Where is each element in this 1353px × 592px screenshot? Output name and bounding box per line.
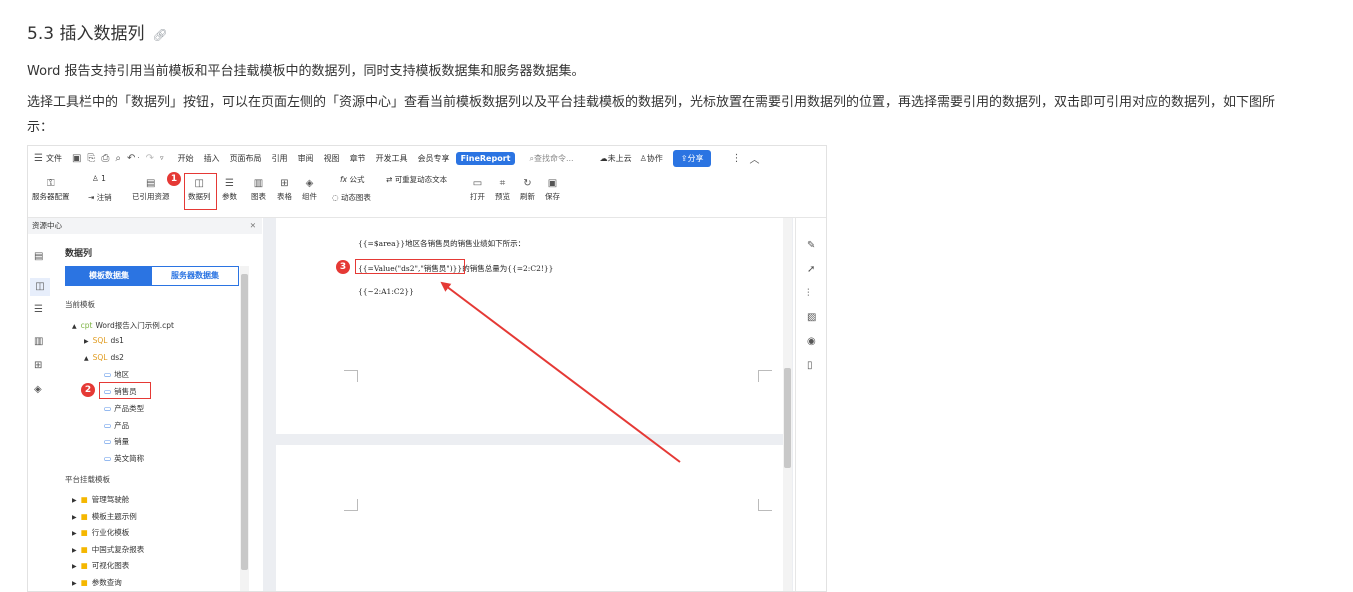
embedded-screenshot: ☰ 文件 ▣ ⎘ ⎙ ⌕ ↶ · ↷ ▿ 开始 插入 页面布局 引用 审阅 视图… <box>27 145 827 592</box>
section-heading: 5.3 插入数据列 🔗︎ <box>27 19 168 44</box>
red-arrow <box>440 281 681 463</box>
section-title: 5.3 插入数据列 <box>27 24 145 44</box>
link-icon[interactable]: 🔗︎ <box>152 28 167 42</box>
intro-paragraph: Word 报告支持引用当前模板和平台挂载模板中的数据列，同时支持模板数据集和服务… <box>27 64 585 79</box>
instruction-paragraph: 选择工具栏中的「数据列」按钮，可以在页面左侧的「资源中心」查看当前模板数据列以及… <box>27 95 1276 135</box>
